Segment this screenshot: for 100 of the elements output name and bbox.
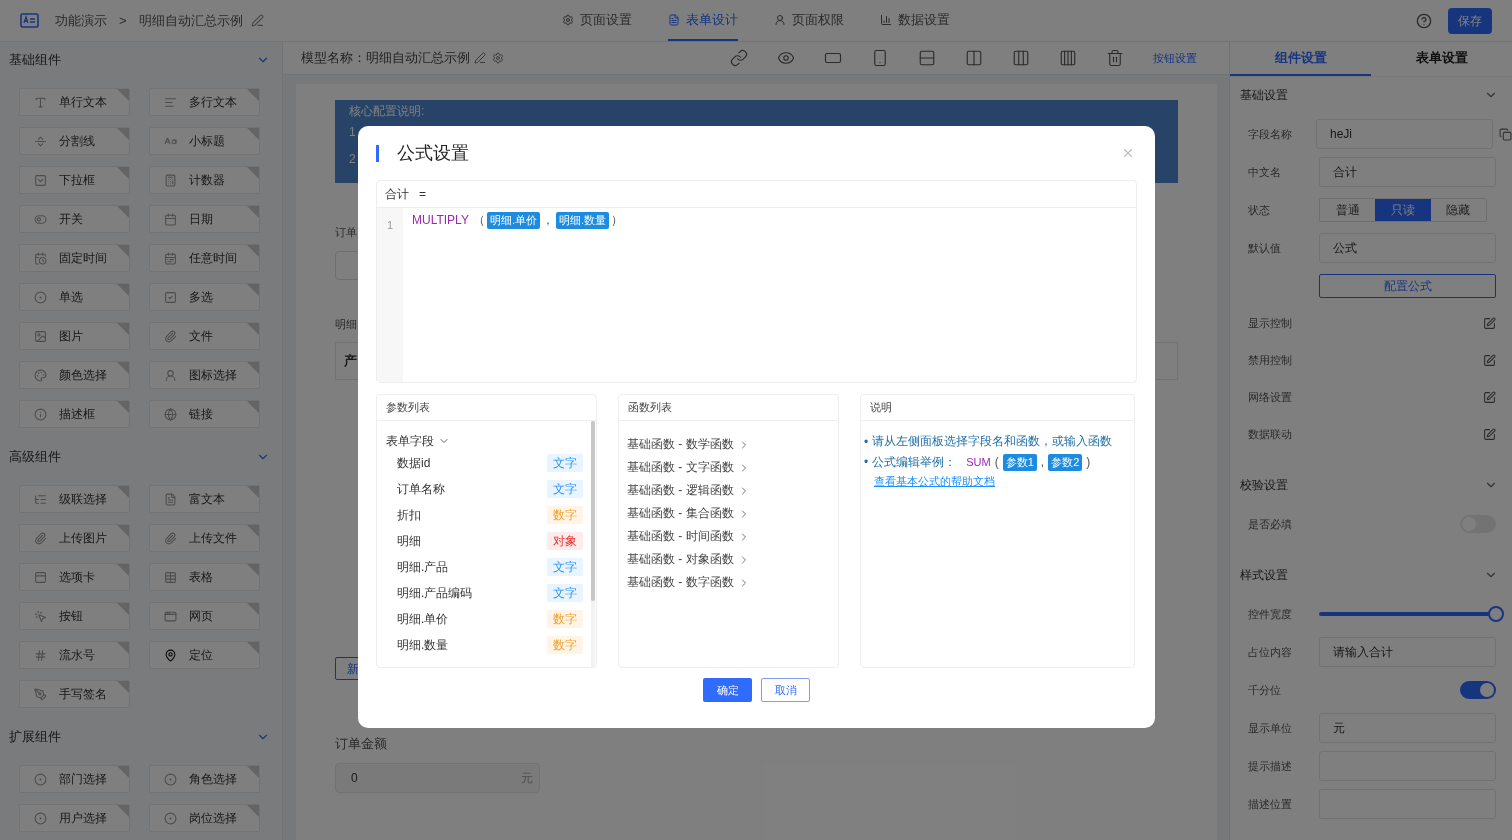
formula-editor[interactable]: 合计 = 1 MULTIPLY （ 明细.单价 ， 明细.数量 ）	[376, 180, 1137, 383]
component-item[interactable]: 用户选择	[19, 804, 130, 832]
setting-label: 千分位	[1247, 682, 1282, 698]
param-item[interactable]: 数据id	[397, 454, 431, 472]
component-item[interactable]: 计数器	[149, 166, 260, 194]
edit-icon[interactable]	[474, 52, 486, 64]
select-field[interactable]: heJi	[1316, 119, 1493, 149]
component-item[interactable]: 上传文件	[149, 524, 260, 552]
phone-icon[interactable]	[871, 49, 889, 67]
edit-icon[interactable]	[1483, 391, 1496, 404]
edit-icon[interactable]	[250, 14, 264, 27]
corner-icon	[247, 766, 259, 778]
delete-icon[interactable]	[1106, 49, 1124, 67]
component-item[interactable]: 多行文本	[149, 88, 260, 116]
group-label[interactable]: 表单字段	[386, 432, 434, 450]
section-title: 基础组件	[9, 51, 61, 70]
settings-tab[interactable]: 组件设置	[1230, 42, 1371, 76]
cancel-button[interactable]: 取消	[761, 678, 810, 702]
component-item[interactable]: 表格	[149, 563, 260, 591]
link-icon[interactable]	[730, 49, 748, 67]
component-item[interactable]: 级联选择	[19, 485, 130, 513]
component-item[interactable]: 分割线	[19, 127, 130, 155]
edit-icon[interactable]	[1483, 428, 1496, 441]
param-item[interactable]: 明细.单价	[397, 610, 449, 628]
component-item[interactable]: 颜色选择	[19, 361, 130, 389]
param-item[interactable]: 明细	[397, 532, 421, 550]
param-item[interactable]: 订单名称	[397, 480, 445, 498]
component-item[interactable]: 部门选择	[19, 765, 130, 793]
function-category[interactable]: 基础函数 - 文字函数	[627, 455, 838, 478]
component-item[interactable]: 选项卡	[19, 563, 130, 591]
settings-icon[interactable]	[492, 52, 504, 64]
function-category[interactable]: 基础函数 - 数学函数	[627, 432, 838, 455]
component-item[interactable]: 描述框	[19, 400, 130, 428]
component-item[interactable]: 上传图片	[19, 524, 130, 552]
function-category[interactable]: 基础函数 - 集合函数	[627, 501, 838, 524]
save-button[interactable]: 保存	[1448, 7, 1492, 34]
component-item[interactable]: 图标选择	[149, 361, 260, 389]
settings-tab[interactable]: 表单设置	[1371, 42, 1512, 76]
rows-icon[interactable]	[918, 49, 936, 67]
configure-formula-button[interactable]: 配置公式	[1319, 274, 1496, 298]
component-item[interactable]: 链接	[149, 400, 260, 428]
component-item[interactable]: 图片	[19, 322, 130, 350]
button-settings-link[interactable]: 按钮设置	[1153, 49, 1197, 67]
edit-icon[interactable]	[1483, 354, 1496, 367]
component-item[interactable]: 富文本	[149, 485, 260, 513]
component-item[interactable]: 日期	[149, 205, 260, 233]
component-item[interactable]: 下拉框	[19, 166, 130, 194]
nav-tab[interactable]: 数据设置	[880, 0, 950, 41]
component-item[interactable]: 任意时间	[149, 244, 260, 272]
person-icon	[164, 368, 177, 382]
function-category[interactable]: 基础函数 - 数字函数	[627, 570, 838, 593]
confirm-button[interactable]: 确定	[703, 678, 752, 702]
edit-icon[interactable]	[1483, 317, 1496, 330]
corner-icon	[247, 525, 259, 537]
input-field[interactable]: 元	[1319, 713, 1496, 743]
corner-icon	[117, 128, 129, 140]
component-item[interactable]: 流水号	[19, 641, 130, 669]
function-category[interactable]: 基础函数 - 逻辑函数	[627, 478, 838, 501]
status-option[interactable]: 只读	[1375, 199, 1431, 221]
param-item[interactable]: 明细.产品编码	[397, 584, 473, 602]
param-item[interactable]: 折扣	[397, 506, 421, 524]
toggle-switch[interactable]	[1460, 681, 1496, 699]
component-item[interactable]: 固定时间	[19, 244, 130, 272]
component-item[interactable]: 单行文本	[19, 88, 130, 116]
close-icon[interactable]	[1121, 146, 1135, 160]
paren: (	[994, 454, 999, 471]
component-item[interactable]: 定位	[149, 641, 260, 669]
select-field[interactable]: 公式	[1319, 233, 1496, 263]
corner-icon	[117, 89, 129, 101]
two-columns-icon[interactable]	[965, 49, 983, 67]
component-item[interactable]: 按钮	[19, 602, 130, 630]
input-field[interactable]: 请输入合计	[1319, 637, 1496, 667]
function-category[interactable]: 基础函数 - 时间函数	[627, 524, 838, 547]
input-field[interactable]: 合计	[1319, 157, 1496, 187]
setting-label: 禁用控制	[1247, 353, 1293, 369]
component-item[interactable]: 网页	[149, 602, 260, 630]
nav-tab[interactable]: 页面权限	[774, 0, 844, 41]
component-item[interactable]: 手写签名	[19, 680, 130, 708]
scrollbar-thumb[interactable]	[591, 421, 595, 601]
component-item[interactable]: 多选	[149, 283, 260, 311]
slider-thumb[interactable]	[1488, 606, 1504, 622]
component-item[interactable]: 角色选择	[149, 765, 260, 793]
component-item[interactable]: 单选	[19, 283, 130, 311]
type-tag: 对象	[547, 532, 583, 550]
component-item[interactable]: 小标题	[149, 127, 260, 155]
component-item[interactable]: 开关	[19, 205, 130, 233]
function-category[interactable]: 基础函数 - 对象函数	[627, 547, 838, 570]
help-icon[interactable]	[1416, 12, 1432, 29]
param-item[interactable]: 明细.数量	[397, 636, 449, 654]
three-columns-icon[interactable]	[1012, 49, 1030, 67]
param-item[interactable]: 明细.产品	[397, 558, 449, 576]
eye-icon[interactable]	[777, 49, 795, 67]
component-item[interactable]: 岗位选择	[149, 804, 260, 832]
nav-tab[interactable]: 页面设置	[562, 0, 632, 41]
copy-icon[interactable]	[1499, 127, 1512, 141]
component-item[interactable]: 文件	[149, 322, 260, 350]
width-slider[interactable]	[1319, 605, 1504, 623]
help-doc-link[interactable]: 查看基本公式的帮助文档	[874, 473, 995, 490]
settings-icon	[562, 13, 574, 26]
four-columns-icon[interactable]	[1059, 49, 1077, 67]
